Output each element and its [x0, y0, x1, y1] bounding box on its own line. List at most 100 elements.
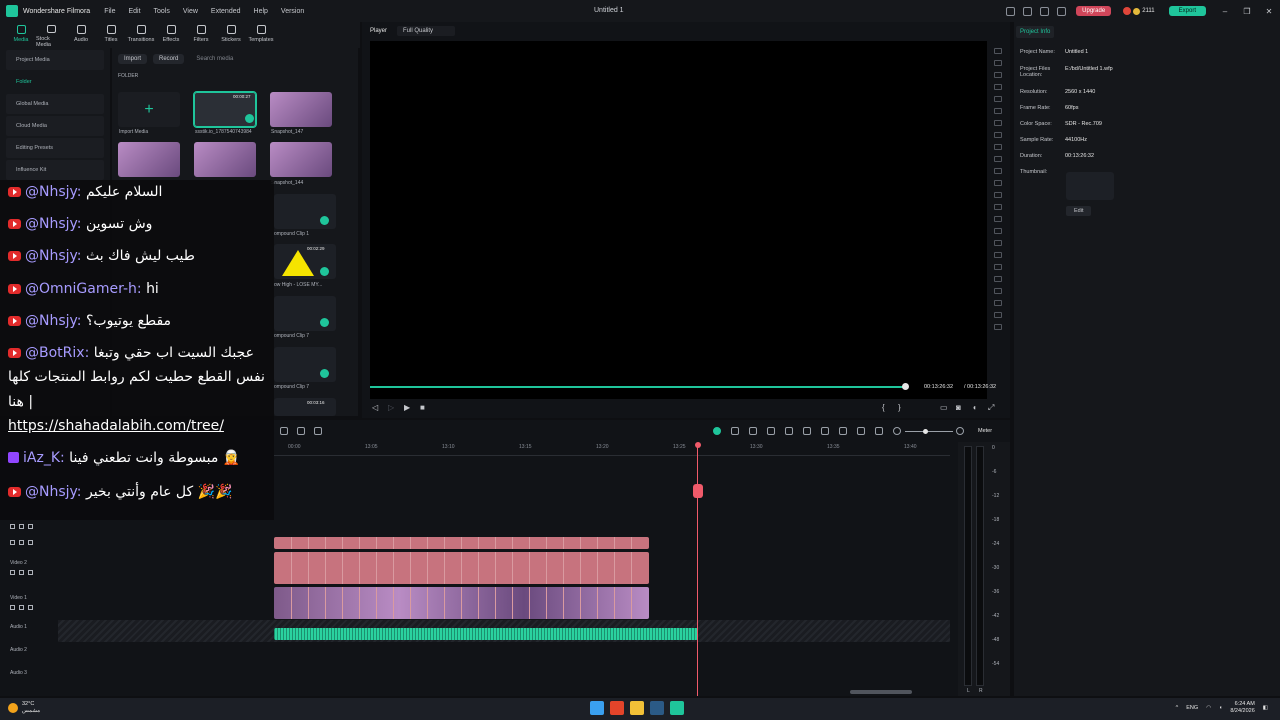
- tool-icon[interactable]: [994, 156, 1002, 162]
- quality-select[interactable]: Full Quality: [397, 26, 456, 36]
- playback-progress[interactable]: [370, 386, 905, 388]
- mark-out-icon[interactable]: }: [898, 403, 901, 412]
- play-icon[interactable]: ▶: [404, 403, 410, 412]
- record-button[interactable]: Record: [153, 54, 185, 64]
- menu-extended[interactable]: Extended: [211, 8, 241, 15]
- volume-icon[interactable]: ◖: [1219, 705, 1222, 711]
- import-media-tile[interactable]: +: [118, 92, 180, 127]
- zoom-knob[interactable]: [923, 429, 928, 434]
- eye-icon[interactable]: [28, 540, 33, 545]
- weather-widget[interactable]: 32°C مشمس: [8, 701, 40, 715]
- chat-link[interactable]: https://shahadalabih.com/tree/: [8, 418, 224, 434]
- display-icon[interactable]: ▭: [940, 403, 948, 412]
- video-preview[interactable]: [370, 41, 987, 399]
- credits-badge[interactable]: 2111: [1123, 7, 1155, 15]
- sidebar-item-global-media[interactable]: Global Media: [6, 94, 104, 114]
- wifi-icon[interactable]: ◠: [1206, 705, 1211, 711]
- tool-icon[interactable]: [994, 48, 1002, 54]
- folder-icon[interactable]: [10, 605, 15, 610]
- lock-icon[interactable]: [19, 605, 24, 610]
- audio-waveform[interactable]: [274, 628, 698, 640]
- lock-icon[interactable]: [19, 524, 24, 529]
- download-icon[interactable]: [1023, 6, 1033, 16]
- record-audio-icon[interactable]: [713, 427, 721, 435]
- thumbnail-preview[interactable]: [1066, 172, 1114, 200]
- tool-icon[interactable]: [994, 72, 1002, 78]
- file-explorer-icon[interactable]: [630, 701, 644, 715]
- tool-icon[interactable]: [767, 427, 775, 435]
- notifications-icon[interactable]: ◧: [1263, 705, 1268, 711]
- zoom-out-icon[interactable]: [893, 427, 901, 435]
- export-button[interactable]: Export: [1168, 6, 1206, 16]
- brave-browser-icon[interactable]: [610, 701, 624, 715]
- eye-icon[interactable]: [28, 570, 33, 575]
- tool-icon[interactable]: [994, 84, 1002, 90]
- tab-media[interactable]: Media: [6, 22, 36, 48]
- tab-transitions[interactable]: Transitions: [126, 22, 156, 48]
- tool-icon[interactable]: [994, 204, 1002, 210]
- filmora-taskbar-icon[interactable]: [670, 701, 684, 715]
- menu-tools[interactable]: Tools: [154, 8, 170, 15]
- tool-icon[interactable]: [994, 312, 1002, 318]
- tool-icon[interactable]: [994, 300, 1002, 306]
- tab-filters[interactable]: Filters: [186, 22, 216, 48]
- close-icon[interactable]: ✕: [1258, 7, 1280, 16]
- tool-icon[interactable]: [731, 427, 739, 435]
- edit-thumbnail-button[interactable]: Edit: [1066, 206, 1092, 216]
- tool-icon[interactable]: [297, 427, 305, 435]
- tool-icon[interactable]: [994, 228, 1002, 234]
- clip-track-video-1[interactable]: [274, 587, 649, 619]
- eye-icon[interactable]: [28, 524, 33, 529]
- tool-icon[interactable]: [314, 427, 322, 435]
- tool-icon[interactable]: [994, 168, 1002, 174]
- tool-icon[interactable]: [994, 60, 1002, 66]
- prev-frame-icon[interactable]: ▷: [388, 403, 394, 412]
- menu-file[interactable]: File: [104, 8, 115, 15]
- device-icon[interactable]: [1006, 6, 1016, 16]
- tool-icon[interactable]: [994, 324, 1002, 330]
- media-item[interactable]: [194, 142, 256, 177]
- playhead-handle[interactable]: [693, 484, 703, 498]
- tool-icon[interactable]: [994, 252, 1002, 258]
- zoom-in-icon[interactable]: [956, 427, 964, 435]
- tool-icon[interactable]: [994, 144, 1002, 150]
- tool-icon[interactable]: [994, 276, 1002, 282]
- tab-effects[interactable]: Effects: [156, 22, 186, 48]
- folder-icon[interactable]: [10, 570, 15, 575]
- tab-stock-media[interactable]: Stock Media: [36, 22, 66, 48]
- import-button[interactable]: Import: [118, 54, 148, 64]
- timeline-ruler[interactable]: 00:00 13:05 13:10 13:15 13:20 13:25 13:3…: [274, 442, 950, 456]
- tool-icon[interactable]: [994, 108, 1002, 114]
- sidebar-item-cloud-media[interactable]: Cloud Media: [6, 116, 104, 136]
- tab-audio[interactable]: Audio: [66, 22, 96, 48]
- menu-edit[interactable]: Edit: [128, 8, 140, 15]
- clip-track-top[interactable]: [274, 537, 649, 549]
- tool-icon[interactable]: [994, 180, 1002, 186]
- mark-in-icon[interactable]: {: [882, 403, 885, 412]
- stop-icon[interactable]: ■: [420, 403, 425, 412]
- clip-track-video-2[interactable]: [274, 552, 649, 584]
- tool-icon[interactable]: [839, 427, 847, 435]
- search-input[interactable]: Search media: [196, 53, 286, 65]
- media-item[interactable]: [118, 142, 180, 177]
- tab-titles[interactable]: Titles: [96, 22, 126, 48]
- bell-icon[interactable]: [1040, 6, 1050, 16]
- language-indicator[interactable]: ENG: [1186, 705, 1198, 711]
- meter-label[interactable]: Meter: [978, 428, 992, 434]
- step-back-icon[interactable]: ◁: [372, 403, 378, 412]
- tool-icon[interactable]: [994, 192, 1002, 198]
- volume-icon[interactable]: ◖: [972, 403, 977, 412]
- tool-icon[interactable]: [803, 427, 811, 435]
- clock[interactable]: 6:24 AM 8/24/2026: [1230, 701, 1254, 715]
- minimize-icon[interactable]: –: [1214, 7, 1236, 16]
- tool-icon[interactable]: [994, 264, 1002, 270]
- media-item[interactable]: [274, 398, 336, 416]
- folder-icon[interactable]: [10, 540, 15, 545]
- tool-icon[interactable]: [994, 288, 1002, 294]
- chevron-up-icon[interactable]: ^: [1176, 705, 1179, 711]
- tool-icon[interactable]: [785, 427, 793, 435]
- menu-help[interactable]: Help: [254, 8, 268, 15]
- sidebar-item-folder[interactable]: Folder: [6, 72, 104, 92]
- media-item[interactable]: [270, 92, 332, 127]
- tool-icon[interactable]: [994, 240, 1002, 246]
